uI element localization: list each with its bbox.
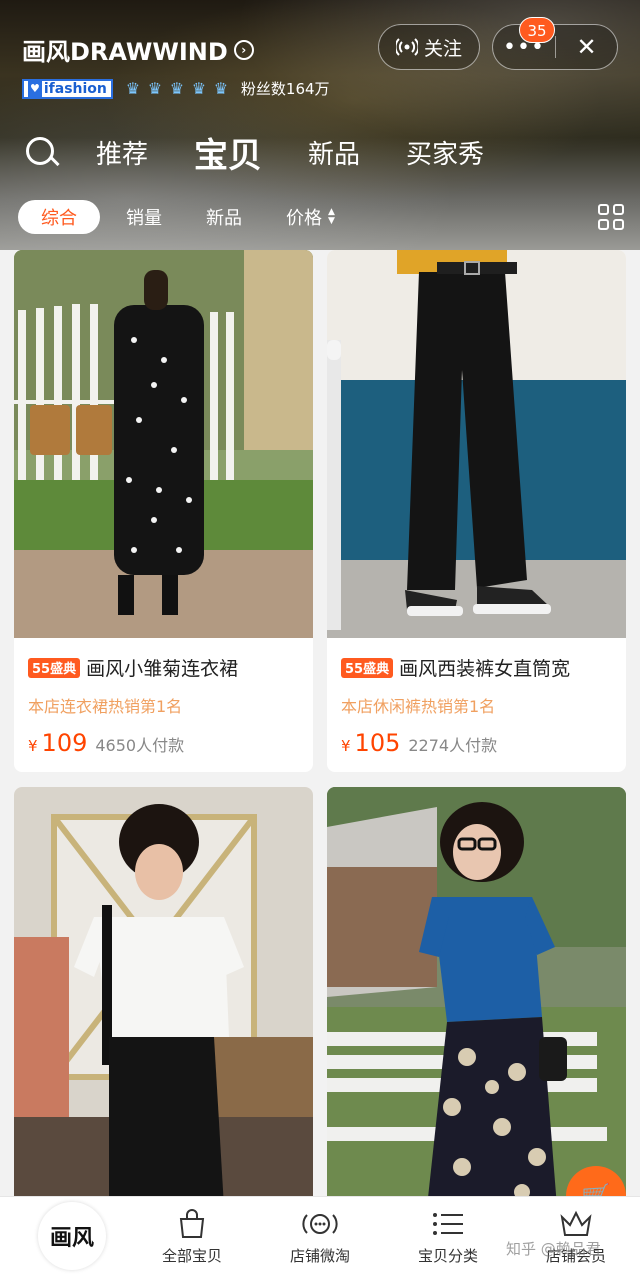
tab-store-feed[interactable]: 店铺微淘: [256, 1197, 384, 1277]
product-price: ¥109: [28, 729, 88, 757]
dress-photo: [14, 250, 313, 638]
product-info: 55盛典 画风西装裤女直筒宽 本店休闲裤热销第1名 ¥105 2274人付款: [341, 654, 616, 757]
crown-icon: ♛: [169, 78, 185, 98]
broadcast-icon: [301, 1209, 339, 1239]
shopping-bag-icon: [176, 1208, 208, 1239]
tab-all-products[interactable]: 全部宝贝: [128, 1197, 256, 1277]
product-card[interactable]: 55盛典 画风小雏菊连衣裙 本店连衣裙热销第1名 ¥109 4650人付款: [14, 250, 313, 772]
blue-top-photo: [327, 787, 626, 1207]
store-name[interactable]: 画风DRAWWIND: [22, 32, 228, 67]
close-icon: ✕: [576, 33, 597, 61]
store-badges: ♥ ifashion ♛ ♛ ♛ ♛ ♛ 粉丝数164万: [22, 78, 330, 99]
broadcast-icon: [395, 38, 418, 56]
store-title[interactable]: 画风DRAWWIND ›: [22, 32, 254, 67]
product-price: ¥105: [341, 729, 401, 757]
list-icon: [430, 1209, 466, 1239]
product-image-tshirt[interactable]: [14, 787, 313, 1207]
product-image-trousers[interactable]: [327, 250, 626, 638]
heart-icon: ♥: [28, 80, 42, 97]
tab-store-feed-label: 店铺微淘: [289, 1246, 350, 1265]
watermark: 知乎 @赖品君: [506, 1240, 601, 1258]
tab-products[interactable]: 宝贝: [194, 128, 262, 177]
product-rank: 本店休闲裤热销第1名: [341, 697, 496, 716]
product-title[interactable]: 画风西装裤女直筒宽: [399, 654, 570, 681]
filter-sales[interactable]: 销量: [126, 204, 162, 230]
filter-comprehensive[interactable]: 综合: [18, 200, 100, 234]
product-info: 55盛典 画风小雏菊连衣裙 本店连衣裙热销第1名 ¥109 4650人付款: [28, 654, 303, 757]
crown-icon: [558, 1209, 594, 1239]
shop-logo[interactable]: 画风: [38, 1202, 106, 1270]
crown-icon: ♛: [125, 78, 141, 98]
tab-categories-label: 宝贝分类: [417, 1246, 478, 1265]
grid-view-icon[interactable]: [598, 204, 624, 230]
ifashion-badge: ♥ ifashion: [22, 78, 113, 99]
search-icon[interactable]: [24, 135, 60, 171]
tab-new[interactable]: 新品: [308, 134, 360, 171]
sort-arrows-icon: ▲ ▼: [328, 207, 335, 226]
tab-membership[interactable]: 店铺会员: [512, 1197, 640, 1277]
promo-tag: 55盛典: [28, 657, 81, 678]
product-image-dress[interactable]: [14, 250, 313, 638]
product-title-line: 55盛典 画风小雏菊连衣裙: [28, 654, 303, 681]
close-button[interactable]: ✕: [556, 25, 617, 69]
product-title-line: 55盛典 画风西装裤女直筒宽: [341, 654, 616, 681]
crown-icon: ♛: [191, 78, 207, 98]
store-rating-crowns: ♛ ♛ ♛ ♛ ♛: [123, 78, 231, 98]
product-card[interactable]: 55盛典 画风西装裤女直筒宽 本店休闲裤热销第1名 ¥105 2274人付款: [327, 250, 626, 772]
follow-button[interactable]: 关注: [378, 24, 480, 70]
promo-tag: 55盛典: [341, 657, 394, 678]
chevron-right-icon[interactable]: ›: [233, 39, 254, 60]
trousers-photo: [327, 250, 626, 638]
shop-logo-text: 画风: [49, 1226, 94, 1251]
notification-badge: 35: [519, 17, 555, 43]
product-card[interactable]: [327, 787, 626, 1207]
product-sold-count: 4650人付款: [95, 736, 185, 755]
filter-price-label: 价格: [286, 208, 322, 229]
product-card[interactable]: [14, 787, 313, 1207]
mini-program-capsule: ••• ✕: [492, 24, 618, 70]
tshirt-photo: [14, 787, 313, 1207]
filter-new[interactable]: 新品: [206, 204, 242, 230]
fans-count: 粉丝数164万: [240, 80, 330, 98]
filter-price[interactable]: 价格 ▲ ▼: [286, 204, 335, 230]
product-image-blue-top[interactable]: [327, 787, 626, 1207]
store-nav: 推荐 宝贝 新品 买家秀: [24, 128, 530, 177]
product-rank: 本店连衣裙热销第1名: [28, 697, 183, 716]
tab-buyer-show[interactable]: 买家秀: [406, 134, 484, 171]
tab-recommend[interactable]: 推荐: [96, 134, 148, 171]
crown-icon: ♛: [147, 78, 163, 98]
tab-categories[interactable]: 宝贝分类: [384, 1197, 512, 1277]
filter-bar: 综合 销量 新品 价格 ▲ ▼: [18, 200, 628, 234]
store-header: 画风DRAWWIND › ♥ ifashion ♛ ♛ ♛ ♛ ♛ 粉丝数164…: [0, 0, 640, 250]
product-price-line: ¥109 4650人付款: [28, 729, 303, 757]
tab-all-products-label: 全部宝贝: [161, 1246, 222, 1265]
product-sold-count: 2274人付款: [408, 736, 498, 755]
product-title[interactable]: 画风小雏菊连衣裙: [86, 654, 238, 681]
product-price-line: ¥105 2274人付款: [341, 729, 616, 757]
crown-icon: ♛: [213, 78, 229, 98]
